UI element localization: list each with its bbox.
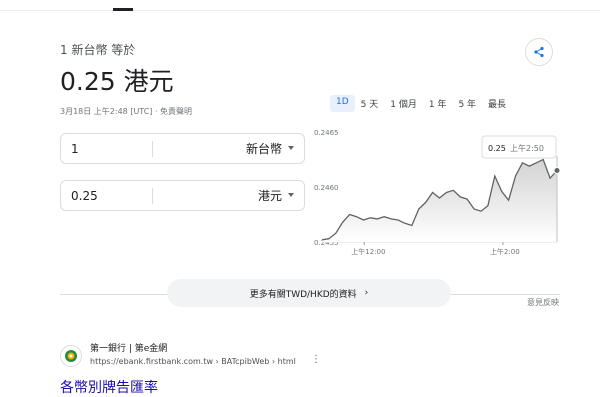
from-amount-value[interactable]: 1 — [71, 142, 79, 156]
period-5d[interactable]: 5 天 — [355, 95, 385, 112]
period-5y[interactable]: 5 年 — [452, 95, 482, 112]
share-button[interactable] — [525, 38, 553, 66]
share-icon — [534, 46, 544, 58]
timestamp-disclaimer[interactable]: 3月18日 上午2:48 [UTC] · 免責聲明 — [60, 106, 192, 117]
field-separator — [152, 141, 153, 157]
to-amount-field[interactable]: 0.25 港元 — [60, 180, 305, 211]
from-currency-select[interactable]: 新台幣 — [246, 140, 282, 157]
result-title-link[interactable]: 各幣別牌告匯率 — [60, 377, 158, 397]
tooltip-time: 上午2:50 — [510, 143, 544, 153]
chart-area — [322, 159, 557, 242]
conversion-result: 0.25 港元 — [60, 67, 174, 96]
y-tick-label: 0.2460 — [314, 184, 339, 192]
conversion-subtitle: 1 新台幣 等於 — [60, 43, 136, 57]
period-max[interactable]: 最長 — [482, 95, 512, 112]
more-options-icon[interactable]: ⋮ — [311, 354, 321, 365]
result-site-name[interactable]: 第一銀行 | 第e金網 — [90, 341, 167, 354]
more-info-button[interactable]: 更多有關TWD/HKD的資料 › — [167, 279, 451, 307]
from-amount-field[interactable]: 1 新台幣 — [60, 133, 305, 164]
hover-point — [553, 167, 561, 174]
period-1d[interactable]: 1D — [330, 95, 355, 112]
to-currency-select[interactable]: 港元 — [258, 187, 282, 204]
period-1m[interactable]: 1 個月 — [384, 95, 423, 112]
x-tick-label: 上午2:00 — [490, 247, 520, 256]
field-separator — [152, 188, 153, 204]
result-url[interactable]: https://ebank.firstbank.com.tw › BATcpib… — [90, 357, 296, 366]
active-tab-indicator — [113, 8, 133, 11]
x-tick-label: 上午12:00 — [351, 247, 385, 256]
y-tick-label: 0.2465 — [314, 129, 339, 137]
chevron-right-icon: › — [364, 288, 369, 298]
period-tabs: 1D 5 天 1 個月 1 年 5 年 最長 — [330, 95, 512, 112]
top-divider — [0, 10, 600, 11]
period-1y[interactable]: 1 年 — [423, 95, 453, 112]
more-info-label: 更多有關TWD/HKD的資料 — [249, 289, 357, 300]
site-favicon-icon[interactable] — [60, 345, 82, 367]
dropdown-caret-icon[interactable] — [288, 146, 294, 150]
tooltip-value: 0.25 — [488, 144, 506, 153]
exchange-rate-chart[interactable]: 0.24650.24600.2455上午12:00 上午2:000.25 上午2:5… — [312, 122, 562, 262]
feedback-link[interactable]: 意見反映 — [527, 297, 559, 308]
dropdown-caret-icon[interactable] — [288, 193, 294, 197]
to-amount-value[interactable]: 0.25 — [71, 189, 98, 203]
